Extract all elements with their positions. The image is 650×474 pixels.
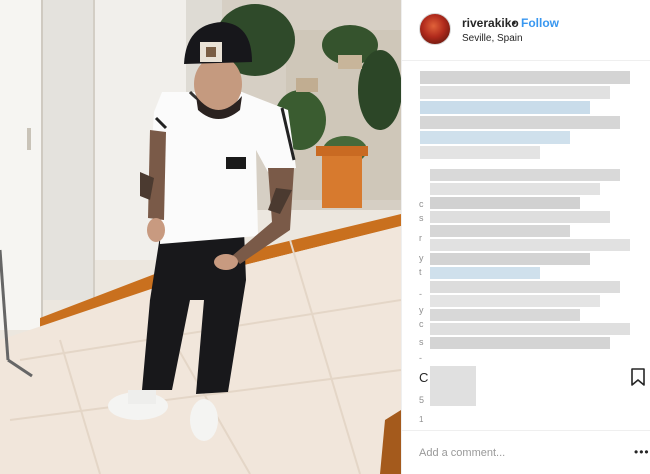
- comment-initial: t: [419, 267, 422, 277]
- bookmark-icon[interactable]: [631, 368, 645, 386]
- comment-initial: -: [419, 289, 422, 299]
- comment-initial: 5: [419, 395, 425, 405]
- more-options-icon[interactable]: •••: [634, 445, 650, 459]
- comment-initial: c: [419, 199, 424, 209]
- username-link[interactable]: riverakiko: [462, 16, 519, 30]
- follow-button[interactable]: Follow: [521, 16, 559, 30]
- post-actions: C 5 1: [402, 360, 650, 430]
- comment-initial: s: [419, 213, 424, 223]
- comment-initial: r: [419, 233, 422, 243]
- photo-image: [0, 0, 401, 474]
- comments-area: c s r y t - y c s -: [402, 61, 650, 361]
- comment-initial: 1: [419, 415, 424, 424]
- comment-initial: C: [419, 370, 429, 385]
- separator-dot: •: [512, 16, 517, 30]
- add-comment-input[interactable]: [419, 444, 619, 462]
- location-link[interactable]: Seville, Spain: [462, 33, 523, 44]
- comment-initial: y: [419, 253, 424, 263]
- comment-initial: c: [419, 319, 424, 329]
- pixelated-action-icons: [430, 366, 476, 406]
- add-comment-bar: •••: [402, 430, 650, 474]
- post-sidebar: riverakiko • Follow Seville, Spain c s r…: [401, 0, 650, 474]
- avatar[interactable]: [419, 13, 451, 45]
- comment-initial: y: [419, 305, 424, 315]
- post-photo[interactable]: [0, 0, 401, 474]
- post-header: riverakiko • Follow Seville, Spain: [402, 0, 650, 61]
- comment-initial: s: [419, 337, 424, 347]
